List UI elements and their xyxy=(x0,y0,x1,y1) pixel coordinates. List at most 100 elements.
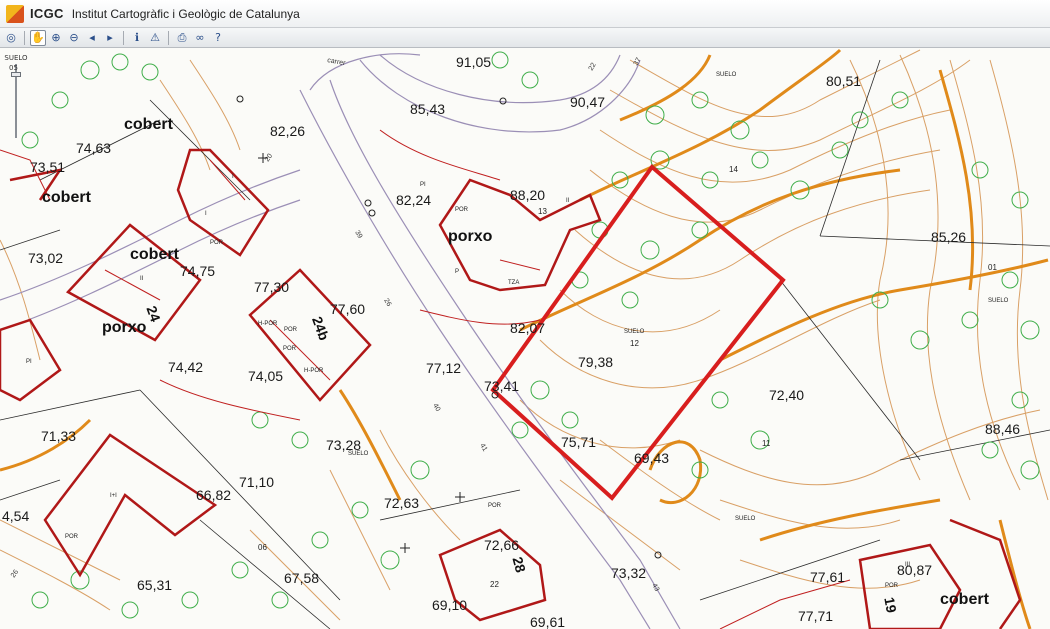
toolbar-separator xyxy=(24,30,25,45)
elevation-label: 69,61 xyxy=(530,614,565,629)
elevation-label: 90,47 xyxy=(570,94,605,110)
elevation-label: 72,40 xyxy=(769,387,804,403)
small-map-label: 13 xyxy=(538,207,547,216)
elevation-label: 82,24 xyxy=(396,192,431,208)
elevation-label: 73,32 xyxy=(611,565,646,581)
elevation-label: 77,12 xyxy=(426,360,461,376)
small-map-label: 01 xyxy=(988,263,997,272)
small-map-label: 06 xyxy=(258,543,267,552)
elevation-label: 74,75 xyxy=(180,263,215,279)
elevation-label: 72,63 xyxy=(384,495,419,511)
elevation-label: 73,41 xyxy=(484,378,519,394)
elevation-label: 88,46 xyxy=(985,421,1020,437)
survey-markers xyxy=(236,95,662,559)
elevation-label: 80,87 xyxy=(897,562,932,578)
print-icon[interactable]: ⎙ xyxy=(174,30,190,46)
elevation-label: 73,02 xyxy=(28,250,63,266)
building-number: 24b xyxy=(309,314,332,342)
elevation-label: 91,05 xyxy=(456,54,491,70)
building-type-label: porxo xyxy=(102,319,147,336)
elevation-label: 69,10 xyxy=(432,597,467,613)
institution-name: Institut Cartogràfic i Geològic de Catal… xyxy=(71,6,300,21)
info-icon[interactable]: ℹ xyxy=(129,30,145,46)
zoom-out-icon[interactable]: ⊖ xyxy=(66,30,82,46)
small-map-label: POR xyxy=(455,207,469,213)
index-contours xyxy=(0,48,1049,629)
elevation-label: 74,42 xyxy=(168,359,203,375)
zoom-track[interactable] xyxy=(11,64,21,138)
elevation-label: 79,38 xyxy=(578,354,613,370)
app-header: ICGC Institut Cartogràfic i Geològic de … xyxy=(0,0,1050,28)
zoom-level-value: 05 xyxy=(9,64,18,72)
road-number-label: 26 xyxy=(10,569,20,579)
elevation-label: 4,54 xyxy=(2,508,29,524)
small-map-label: I+I xyxy=(110,493,117,499)
link-icon[interactable]: ∞ xyxy=(192,30,208,46)
small-map-label: 11 xyxy=(762,439,771,448)
toolbar-separator xyxy=(123,30,124,45)
zoom-knob[interactable] xyxy=(11,72,21,77)
street-name-label: carrer xyxy=(327,57,347,67)
map-canvas[interactable]: 91,05 85,43 90,47 80,51 82,26 74,63 73,5… xyxy=(0,48,1050,629)
small-map-label: SUELO xyxy=(624,329,645,335)
elevation-label: 69,43 xyxy=(634,450,669,466)
elevation-label: 73,51 xyxy=(30,159,65,175)
elevation-label: 67,58 xyxy=(284,570,319,586)
elevation-label: 77,30 xyxy=(254,279,289,295)
small-map-label: H-POR xyxy=(304,368,324,374)
small-map-label: I xyxy=(205,211,207,217)
road-number-label: 41 xyxy=(478,443,488,453)
elevation-label: 66,82 xyxy=(196,487,231,503)
zoom-in-icon[interactable]: ⊕ xyxy=(48,30,64,46)
elevation-label: 82,07 xyxy=(510,320,545,336)
small-map-label: 12 xyxy=(630,339,639,348)
elevation-label: 85,43 xyxy=(410,101,445,117)
brand-name: ICGC xyxy=(30,6,64,21)
small-map-label: II xyxy=(566,198,570,204)
small-map-label: SUELO xyxy=(348,451,369,457)
small-map-label: POR xyxy=(488,503,502,509)
elevation-label: 74,63 xyxy=(76,140,111,156)
globe-icon[interactable]: ◎ xyxy=(3,30,19,46)
elevation-label: 80,51 xyxy=(826,73,861,89)
small-map-label: III xyxy=(905,562,910,568)
map-svg[interactable]: 91,05 85,43 90,47 80,51 82,26 74,63 73,5… xyxy=(0,48,1050,629)
building-type-label: porxo xyxy=(448,228,493,245)
road-number-label: 40 xyxy=(431,403,441,413)
small-map-label: POR xyxy=(885,583,899,589)
small-map-label: POR xyxy=(284,327,298,333)
elevation-label: 72,66 xyxy=(484,537,519,553)
map-toolbar: ◎ ✋ ⊕ ⊖ ◂ ▸ ℹ ⚠ ⎙ ∞ ? xyxy=(0,28,1050,48)
icgc-logo-icon xyxy=(6,4,24,23)
elevation-label: 71,33 xyxy=(41,428,76,444)
back-arrow-icon[interactable]: ◂ xyxy=(84,30,100,46)
road-number-label: 22 xyxy=(588,62,598,72)
elevation-label: 88,20 xyxy=(510,187,545,203)
pan-hand-icon[interactable]: ✋ xyxy=(30,29,46,46)
small-map-label: 14 xyxy=(729,165,738,174)
road-number-label: 26 xyxy=(382,298,392,308)
building-type-label: cobert xyxy=(940,591,990,608)
small-map-label: 22 xyxy=(490,580,499,589)
elevation-label: 82,26 xyxy=(270,123,305,139)
building-number: 19 xyxy=(881,596,899,614)
road-number-label: 37 xyxy=(633,57,643,67)
building-type-label: cobert xyxy=(130,246,180,263)
building-number: 28 xyxy=(510,555,530,574)
small-map-label: H-POR xyxy=(258,321,278,327)
elevation-label: 77,61 xyxy=(810,569,845,585)
building-type-label: cobert xyxy=(124,116,174,133)
small-map-label: POR xyxy=(210,240,224,246)
small-map-label: TZA xyxy=(508,280,519,286)
toolbar-separator xyxy=(168,30,169,45)
elevation-label: 77,71 xyxy=(798,608,833,624)
small-map-label: II xyxy=(140,276,144,282)
elevation-label: 77,60 xyxy=(330,301,365,317)
help-icon[interactable]: ? xyxy=(210,30,226,46)
small-map-label: SUELO xyxy=(988,298,1009,304)
warning-icon[interactable]: ⚠ xyxy=(147,30,163,46)
elevation-label: 71,10 xyxy=(239,474,274,490)
forward-arrow-icon[interactable]: ▸ xyxy=(102,30,118,46)
building-type-label: cobert xyxy=(42,189,92,206)
small-map-label: PI xyxy=(26,359,32,365)
